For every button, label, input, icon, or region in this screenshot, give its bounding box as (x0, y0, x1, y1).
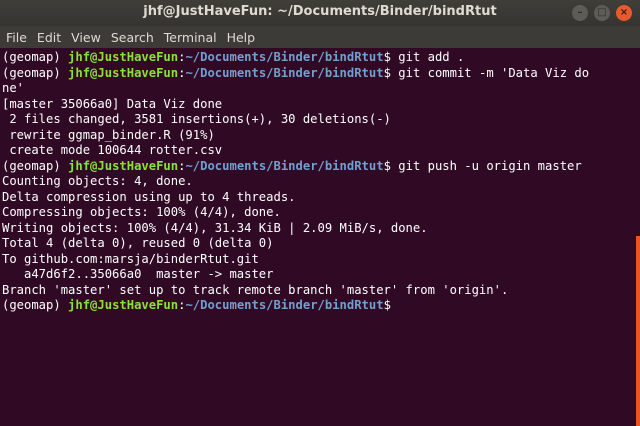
prompt-user: jhf@JustHaveFun (68, 298, 179, 312)
output-line: 2 files changed, 3581 insertions(+), 30 … (2, 112, 391, 126)
output-line: Total 4 (delta 0), reused 0 (delta 0) (2, 236, 274, 250)
prompt-line: (geomap) jhf@JustHaveFun:~/Documents/Bin… (2, 298, 634, 314)
command-text: git push -u origin master (398, 158, 582, 173)
output-line: a47d6f2..35066a0 master -> master (2, 267, 274, 281)
output-line: Delta compression using up to 4 threads. (2, 189, 296, 204)
prompt-env: (geomap) (2, 298, 69, 312)
scrollbar-thumb[interactable] (636, 236, 640, 426)
prompt-path: ~/Documents/Binder/bindRtut (185, 50, 384, 64)
prompt-line: (geomap) jhf@JustHaveFun:~/Documents/Bin… (2, 66, 634, 82)
prompt-dollar: $ (383, 50, 399, 64)
menu-view[interactable]: View (71, 30, 101, 45)
command-text: git add . (398, 50, 465, 64)
prompt-path: ~/Documents/Binder/bindRtut (185, 65, 384, 80)
prompt-line: (geomap) jhf@JustHaveFun:~/Documents/Bin… (2, 50, 634, 66)
prompt-dollar: $ (383, 158, 399, 173)
prompt-env: (geomap) (2, 50, 69, 64)
terminal-output[interactable]: (geomap) jhf@JustHaveFun:~/Documents/Bin… (0, 48, 636, 426)
menu-edit[interactable]: Edit (37, 30, 61, 45)
menu-terminal[interactable]: Terminal (164, 30, 217, 45)
minimize-icon[interactable]: – (572, 5, 588, 21)
output-line: To github.com:marsja/binderRtut.git (2, 251, 259, 266)
output-line: ne' (2, 81, 25, 95)
prompt-env: (geomap) (2, 158, 69, 173)
output-line: Writing objects: 100% (4/4), 31.34 KiB |… (2, 220, 428, 235)
menu-search[interactable]: Search (111, 30, 154, 45)
prompt-dollar: $ (383, 298, 399, 312)
output-line: [master 35066a0] Data Viz done (2, 96, 223, 111)
window-controls: – □ × (572, 5, 632, 21)
output-line: rewrite ggmap_binder.R (91%) (2, 127, 215, 142)
prompt-env: (geomap) (2, 65, 69, 80)
prompt-path: ~/Documents/Binder/bindRtut (185, 298, 384, 312)
terminal-window: jhf@JustHaveFun: ~/Documents/Binder/bind… (0, 0, 640, 426)
prompt-path: ~/Documents/Binder/bindRtut (185, 158, 384, 173)
maximize-icon[interactable]: □ (594, 5, 610, 21)
prompt-dollar: $ (383, 65, 399, 80)
output-line: Counting objects: 4, done. (2, 174, 193, 188)
menu-file[interactable]: File (6, 30, 27, 45)
window-title: jhf@JustHaveFun: ~/Documents/Binder/bind… (143, 4, 497, 19)
menu-bar: File Edit View Search Terminal Help (0, 26, 640, 48)
command-text: git commit -m 'Data Viz do (398, 65, 590, 80)
output-line: create mode 100644 rotter.csv (2, 143, 223, 157)
output-line: Compressing objects: 100% (4/4), done. (2, 205, 281, 219)
title-bar[interactable]: jhf@JustHaveFun: ~/Documents/Binder/bind… (0, 0, 640, 26)
prompt-user: jhf@JustHaveFun (68, 65, 179, 80)
menu-help[interactable]: Help (227, 30, 256, 45)
scrollbar[interactable] (636, 48, 640, 426)
output-line: Branch 'master' set up to track remote b… (2, 282, 509, 297)
close-icon[interactable]: × (616, 5, 632, 21)
prompt-user: jhf@JustHaveFun (68, 158, 179, 173)
text-cursor (398, 298, 405, 312)
prompt-user: jhf@JustHaveFun (68, 50, 179, 64)
prompt-line: (geomap) jhf@JustHaveFun:~/Documents/Bin… (2, 159, 634, 175)
